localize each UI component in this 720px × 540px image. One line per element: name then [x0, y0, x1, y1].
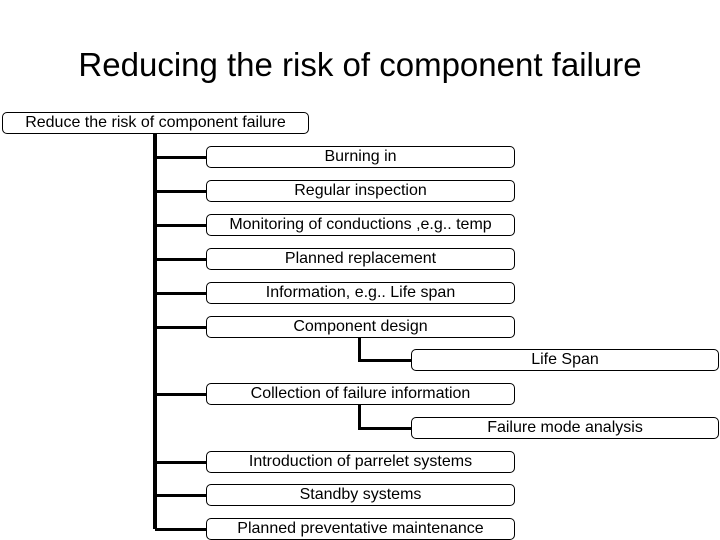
connector-line	[155, 156, 207, 159]
tree-node: Regular inspection	[206, 180, 515, 202]
slide-title: Reducing the risk of component failure	[78, 46, 642, 83]
trunk-line	[153, 134, 157, 529]
tree-node: Planned preventative maintenance	[206, 518, 515, 540]
child-node: Failure mode analysis	[411, 417, 719, 439]
tree-node: Burning in	[206, 146, 515, 168]
tree-node: Monitoring of conductions ,e.g.. temp	[206, 214, 515, 236]
root-node: Reduce the risk of component failure	[2, 112, 309, 134]
connector-line	[155, 190, 207, 193]
child-connector-horizontal	[358, 427, 412, 430]
tree-node: Introduction of parrelet systems	[206, 451, 515, 473]
connector-line	[155, 258, 207, 261]
tree-node: Component design	[206, 316, 515, 338]
child-node: Life Span	[411, 349, 719, 371]
child-connector-vertical	[358, 338, 361, 361]
connector-line	[155, 393, 207, 396]
tree-node: Standby systems	[206, 484, 515, 506]
connector-line	[155, 326, 207, 329]
connector-line	[155, 292, 207, 295]
tree-node: Planned replacement	[206, 248, 515, 270]
connector-line	[155, 528, 207, 531]
connector-line	[155, 494, 207, 497]
tree-node: Information, e.g.. Life span	[206, 282, 515, 304]
connector-line	[155, 224, 207, 227]
tree-node: Collection of failure information	[206, 383, 515, 405]
child-connector-horizontal	[358, 359, 412, 362]
connector-line	[155, 461, 207, 464]
child-connector-vertical	[358, 405, 361, 429]
